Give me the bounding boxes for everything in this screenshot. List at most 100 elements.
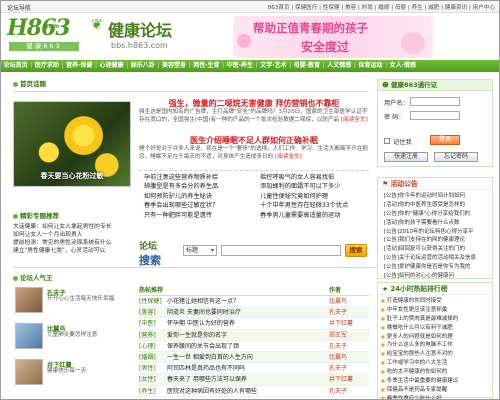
post-category[interactable]: [养生] bbox=[139, 386, 156, 397]
post-author[interactable]: 孔夫子 bbox=[329, 363, 347, 374]
news-link[interactable]: 添加蜂利的面霜不可以下多少 bbox=[257, 182, 371, 191]
post-title[interactable]: 保养腰间的关节会出现了颈 bbox=[167, 341, 317, 352]
ranking-link[interactable]: 打造健康的你同时接受 bbox=[381, 297, 489, 306]
read-more-link[interactable]: [阅读全文] bbox=[341, 117, 368, 123]
site-links[interactable]: 863首页 | 保健医疗 | 性保健 | 美容 | 时尚 | 婚嫁 | 母婴 |… bbox=[268, 3, 495, 11]
post-title[interactable]: 怀孕期 中医认为好的营养 bbox=[167, 318, 317, 329]
post-author[interactable]: 孔夫子 bbox=[329, 307, 347, 318]
essence-link[interactable]: 提前检测：常见的男性泌尿系统有什么 bbox=[13, 239, 131, 247]
post-author[interactable]: 比翼鸟 bbox=[329, 352, 347, 363]
people-item[interactable]: 井下红薯 健康快乐每一天 bbox=[13, 359, 131, 389]
news-link[interactable]: 春季会出现哪些过敏症状？ bbox=[141, 201, 255, 210]
forgot-password-button[interactable]: 忘记密码 bbox=[434, 152, 478, 162]
search-scope-select[interactable]: 标题 bbox=[183, 245, 217, 256]
post-category[interactable]: [男性] bbox=[139, 363, 156, 374]
nav-item[interactable]: 营养·保健 bbox=[63, 60, 94, 72]
headline-1[interactable]: 强生，微量的二噁烷无害健康 拜仿营销也不靠柜 bbox=[139, 98, 369, 109]
notice-link[interactable]: [公告]如何的对心心的健康问 bbox=[381, 272, 489, 281]
notice-link[interactable]: [活动]你的孩子需要看什么点数 bbox=[381, 219, 489, 228]
notice-link[interactable]: [活动]回回复可以获得关注的门的 bbox=[381, 245, 489, 254]
nav-item[interactable]: 母婴·教育 bbox=[291, 60, 322, 72]
ranking-link[interactable]: 吃的太不健康的你如何的 bbox=[381, 368, 489, 377]
news-link[interactable]: 辨腹型是有多会分的养生品 bbox=[141, 182, 255, 191]
post-category[interactable]: [女性] bbox=[139, 374, 156, 385]
notice-link[interactable]: [公告]关于论坛运营的活动相关及信息 bbox=[381, 254, 489, 263]
hot-post-row[interactable]: [男性] 阿司匹林是真药品也有不同吗 孔夫子 bbox=[139, 363, 369, 375]
notice-link[interactable]: [公告]你的"健康"心得分享给我们的 bbox=[381, 210, 489, 219]
people-item[interactable]: 孔夫子 开开心心生活每天快乐幸福 bbox=[13, 287, 131, 317]
post-title[interactable]: 小花猪让她相信有这一点？ bbox=[167, 296, 317, 307]
login-button[interactable]: 登录 bbox=[430, 135, 460, 145]
nav-item[interactable]: 人文情感 bbox=[325, 60, 354, 72]
news-link[interactable]: 孕前注意这些营养物质补给 bbox=[141, 173, 255, 182]
ranking-link[interactable]: 中年女性更应该注意卵巢 bbox=[381, 306, 489, 315]
ranking-link[interactable]: 肚子上的赘肉真是最难减掉的 bbox=[381, 315, 489, 324]
ranking-link[interactable]: 更多人的问题就是如何的理 bbox=[381, 333, 489, 342]
nav-item[interactable]: 两性·生育 bbox=[191, 60, 222, 72]
ranking-link[interactable]: 冬季生活中最重要的健康建议 bbox=[381, 377, 489, 386]
forum-nav-link[interactable]: 论坛导航 bbox=[7, 3, 31, 12]
avatar[interactable] bbox=[15, 287, 43, 313]
ranking-link[interactable]: 春季饮食应少吃什么好 bbox=[381, 395, 489, 399]
post-category[interactable]: [心理] bbox=[139, 341, 156, 352]
post-category[interactable]: [中医] bbox=[139, 318, 156, 329]
ranking-link[interactable]: 保健品不是药品专家提醒 bbox=[381, 386, 489, 395]
register-button[interactable]: 快速注册 bbox=[384, 152, 428, 162]
hot-post-row[interactable]: [中医] 怀孕期 中医认为好的营养 井下红薯 bbox=[139, 318, 369, 330]
post-author[interactable]: 比翼鸟 bbox=[329, 296, 347, 307]
avatar[interactable] bbox=[15, 359, 43, 385]
post-category[interactable]: [婚姻] bbox=[139, 352, 156, 363]
search-input[interactable] bbox=[221, 245, 341, 256]
search-button[interactable]: 搜索 bbox=[345, 244, 367, 257]
news-link[interactable]: 如何预防驴儿的养生秘诀 bbox=[141, 192, 255, 201]
ranking-link[interactable]: 晚餐吃什么可以有利于减肥 bbox=[381, 324, 489, 333]
headline-2[interactable]: 医生介绍睡眠不足人群如何正确补眠 bbox=[139, 135, 369, 146]
hot-post-row[interactable]: [养生] 医院对这种病因有好处的人有哪些 孔夫子 bbox=[139, 386, 369, 397]
nav-item[interactable]: 心理健康 bbox=[97, 60, 126, 72]
post-author[interactable]: 井下红薯 bbox=[329, 318, 353, 329]
post-author[interactable]: 孔夫子 bbox=[329, 341, 347, 352]
post-title[interactable]: 阿司匹林是真药品也有不同吗 bbox=[167, 363, 317, 374]
password-input[interactable] bbox=[410, 111, 460, 120]
post-title[interactable]: 医院对这种病因有好处的人有哪些 bbox=[167, 386, 317, 397]
read-more-link[interactable]: [阅读全文] bbox=[275, 154, 302, 160]
news-link[interactable]: 摇控呼吸气的女人容易找伯 bbox=[257, 173, 371, 182]
essence-link[interactable]: 大话健康：如何让女人拿起男性的专长 bbox=[13, 223, 131, 231]
post-author[interactable]: 郑王军 bbox=[329, 330, 347, 341]
news-link[interactable]: 春季男儿童需要高适量的运动 bbox=[257, 211, 371, 220]
featured-photo[interactable]: 春天要当心花粉过敏 bbox=[13, 101, 131, 187]
hot-post-row[interactable]: [心理] 保养腰间的关节会出现了颈 孔夫子 bbox=[139, 341, 369, 352]
nav-item[interactable]: 体育运动 bbox=[356, 60, 385, 72]
notice-link[interactable]: [公告]你今年的运动时间计划如何 bbox=[381, 192, 489, 201]
news-link[interactable]: 儿童性便秘究竟如何护理 bbox=[257, 192, 371, 201]
hot-post-row[interactable]: [美容] 阴道炎 夫妻间也要同时治疗 孔夫子 bbox=[139, 307, 369, 319]
hot-post-row[interactable]: [性保健] 小花猪让她相信有这一点？ 比翼鸟 bbox=[139, 296, 369, 308]
nav-item[interactable]: 医疗求助 bbox=[32, 60, 61, 72]
notice-link[interactable]: [公告]我们支持在的网的健康理论 bbox=[381, 236, 489, 245]
news-link[interactable]: 十个中年男性存在轻微33个优点 bbox=[257, 201, 371, 210]
post-title[interactable]: 一生一世 相爱到白首的人生方向 bbox=[167, 352, 317, 363]
post-category[interactable]: [营养] bbox=[139, 330, 156, 341]
hot-post-row[interactable]: [女性] 春天来了 用哪些方法可以保养 井下红薯 bbox=[139, 374, 369, 386]
ranking-link[interactable]: 为什么这么多的电脑不工作 bbox=[381, 341, 489, 350]
post-title[interactable]: 爱你一生就是你的名字 bbox=[167, 330, 317, 341]
username-input[interactable] bbox=[410, 97, 460, 106]
site-logo[interactable]: H863 .com 健康863 bbox=[7, 15, 83, 55]
avatar[interactable] bbox=[15, 323, 43, 349]
nav-item[interactable]: 娱乐八卦 bbox=[128, 60, 157, 72]
nav-item[interactable]: 美容塑身 bbox=[159, 60, 188, 72]
hot-post-row[interactable]: [营养] 爱你一生就是你的名字 郑王军 bbox=[139, 329, 369, 341]
news-link[interactable]: 只有一种肥胖可能是遗传 bbox=[141, 211, 255, 220]
hot-post-row[interactable]: [婚姻] 一生一世 相爱到白首的人生方向 比翼鸟 bbox=[139, 351, 369, 364]
post-title[interactable]: 阴道炎 夫妻间也要同时治疗 bbox=[167, 307, 317, 318]
ranking-link[interactable]: 工作或学习中的八大生活 bbox=[381, 359, 489, 368]
notice-link[interactable]: [活动]你的中医养生感受是怎样的 bbox=[381, 201, 489, 210]
essence-link[interactable]: 如何让女人一个月出现男人 bbox=[13, 231, 131, 239]
promo-banner[interactable]: 帮助正值青春期的孩子 安全度过 bbox=[233, 16, 433, 58]
nav-item[interactable]: 中医·养生 bbox=[224, 60, 255, 72]
nav-item[interactable]: 论坛首页 bbox=[1, 60, 30, 72]
notice-link[interactable]: [公告]2010年的论坛特色心得分享平 bbox=[381, 228, 489, 237]
essence-link[interactable]: 建立"男性健康七类"，心灵活动可以 bbox=[13, 247, 131, 255]
post-title[interactable]: 春天来了 用哪些方法可以保养 bbox=[167, 374, 317, 385]
nav-item[interactable]: 女人·情感 bbox=[387, 60, 418, 72]
